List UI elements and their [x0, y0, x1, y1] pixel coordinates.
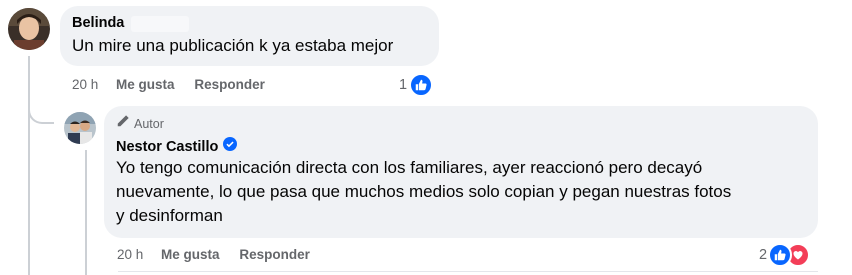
- reply-text-line-2: nuevamente, lo que pasa que muchos medio…: [116, 182, 732, 201]
- reply-text: Yo tengo comunicación directa con los fa…: [116, 156, 816, 228]
- reply-bubble: Autor Nestor Castillo Yo tengo comunicac…: [104, 106, 818, 238]
- comment-bubble: Belinda Un mire una publicación k ya est…: [60, 6, 439, 66]
- comment-author-name[interactable]: Belinda: [72, 15, 124, 31]
- comment-time[interactable]: 20 h: [72, 77, 98, 92]
- avatar-photo: [64, 112, 96, 144]
- comment-reply-button[interactable]: Responder: [194, 77, 265, 92]
- thread-line-curve: [28, 100, 54, 124]
- reply-author-row: Nestor Castillo: [116, 137, 238, 156]
- comment-like-button[interactable]: Me gusta: [116, 77, 175, 92]
- bottom-divider: [118, 271, 818, 272]
- like-icon: [409, 73, 434, 97]
- reply-actions: 20 h Me gusta Responder: [117, 247, 310, 262]
- comment-actions: 20 h Me gusta Responder: [72, 77, 265, 92]
- reply-text-line-1: Yo tengo comunicación directa con los fa…: [116, 158, 703, 177]
- reply-time[interactable]: 20 h: [117, 247, 143, 262]
- redacted-surname: [131, 16, 189, 32]
- reply-reactions[interactable]: 2: [759, 243, 811, 267]
- like-icon: [768, 243, 793, 267]
- reply-author-name[interactable]: Nestor Castillo: [116, 139, 218, 155]
- author-badge: Autor: [116, 114, 164, 133]
- author-badge-label: Autor: [134, 116, 164, 131]
- reply-like-button[interactable]: Me gusta: [161, 247, 220, 262]
- verified-badge-icon: [223, 137, 238, 156]
- comment-text: Un mire una publicación k ya estaba mejo…: [72, 36, 394, 55]
- thread-line-reply: [85, 150, 87, 275]
- reply-text-line-3: y desinforman: [116, 206, 223, 225]
- reply-reply-button[interactable]: Responder: [239, 247, 310, 262]
- comment-reaction-count: 1: [399, 77, 408, 93]
- thread-line-vertical: [28, 56, 30, 275]
- avatar-belinda[interactable]: [8, 8, 50, 50]
- avatar-nestor[interactable]: [64, 112, 96, 144]
- comment-reactions[interactable]: 1: [399, 73, 434, 97]
- pencil-icon: [116, 114, 130, 133]
- avatar-photo: [8, 8, 50, 50]
- reply-reaction-count: 2: [759, 247, 768, 263]
